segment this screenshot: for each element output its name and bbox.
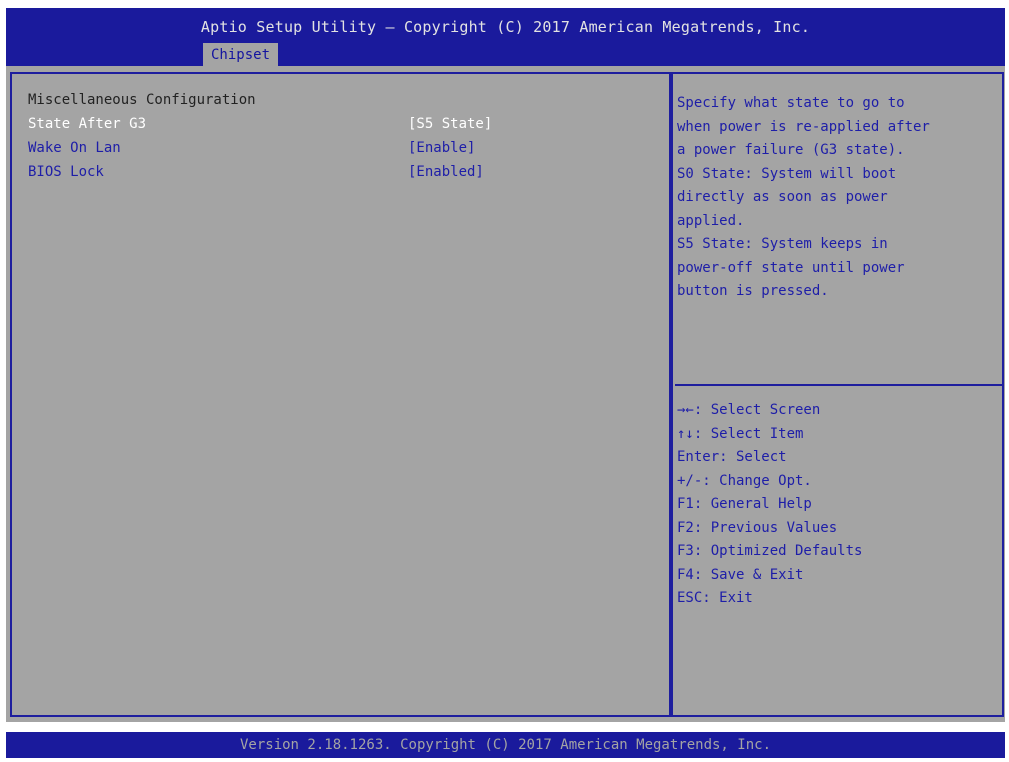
help-line: directly as soon as power <box>677 189 888 205</box>
key-hint-save-exit: F4: Save & Exit <box>677 566 804 583</box>
help-line: applied. <box>677 212 745 229</box>
header-bar: Aptio Setup Utility – Copyright (C) 2017… <box>6 8 1005 66</box>
key-hint-previous-values: F2: Previous Values <box>677 519 838 536</box>
help-line: when power is re-applied after <box>677 118 930 135</box>
setting-value[interactable]: [Enable] <box>408 140 475 156</box>
key-hint-select-item: ↑↓: Select Item <box>677 425 804 442</box>
settings-panel <box>10 72 671 717</box>
help-line: a power failure (G3 state). <box>677 142 905 158</box>
key-hint-general-help: F1: General Help <box>677 496 812 512</box>
key-hint-change-opt: +/-: Change Opt. <box>677 472 812 489</box>
key-hint-exit: ESC: Exit <box>677 590 753 606</box>
help-text: Specify what state to go to when power i… <box>677 92 997 304</box>
help-line: S5 State: System keeps in <box>677 236 888 252</box>
setting-label: BIOS Lock <box>28 164 104 180</box>
setting-label: Wake On Lan <box>28 140 121 156</box>
setting-label: State After G3 <box>28 116 147 132</box>
help-divider <box>675 384 1002 386</box>
section-title: Miscellaneous Configuration <box>28 92 256 108</box>
header-title: Aptio Setup Utility – Copyright (C) 2017… <box>200 18 811 36</box>
help-line: Specify what state to go to <box>677 95 905 111</box>
key-hint-enter: Enter: Select <box>677 449 787 465</box>
key-legend: →←: Select Screen ↑↓: Select Item Enter:… <box>677 399 997 611</box>
help-line: power-off state until power <box>677 259 905 276</box>
setting-value[interactable]: [Enabled] <box>408 164 484 180</box>
key-hint-optimized-defaults: F3: Optimized Defaults <box>677 543 863 559</box>
footer-version: Version 2.18.1263. Copyright (C) 2017 Am… <box>6 732 1005 758</box>
key-hint-select-screen: →←: Select Screen <box>677 402 821 418</box>
setting-value[interactable]: [S5 State] <box>408 116 492 132</box>
help-line: button is pressed. <box>677 283 829 299</box>
help-line: S0 State: System will boot <box>677 165 897 182</box>
tab-chipset[interactable]: Chipset <box>203 43 279 66</box>
